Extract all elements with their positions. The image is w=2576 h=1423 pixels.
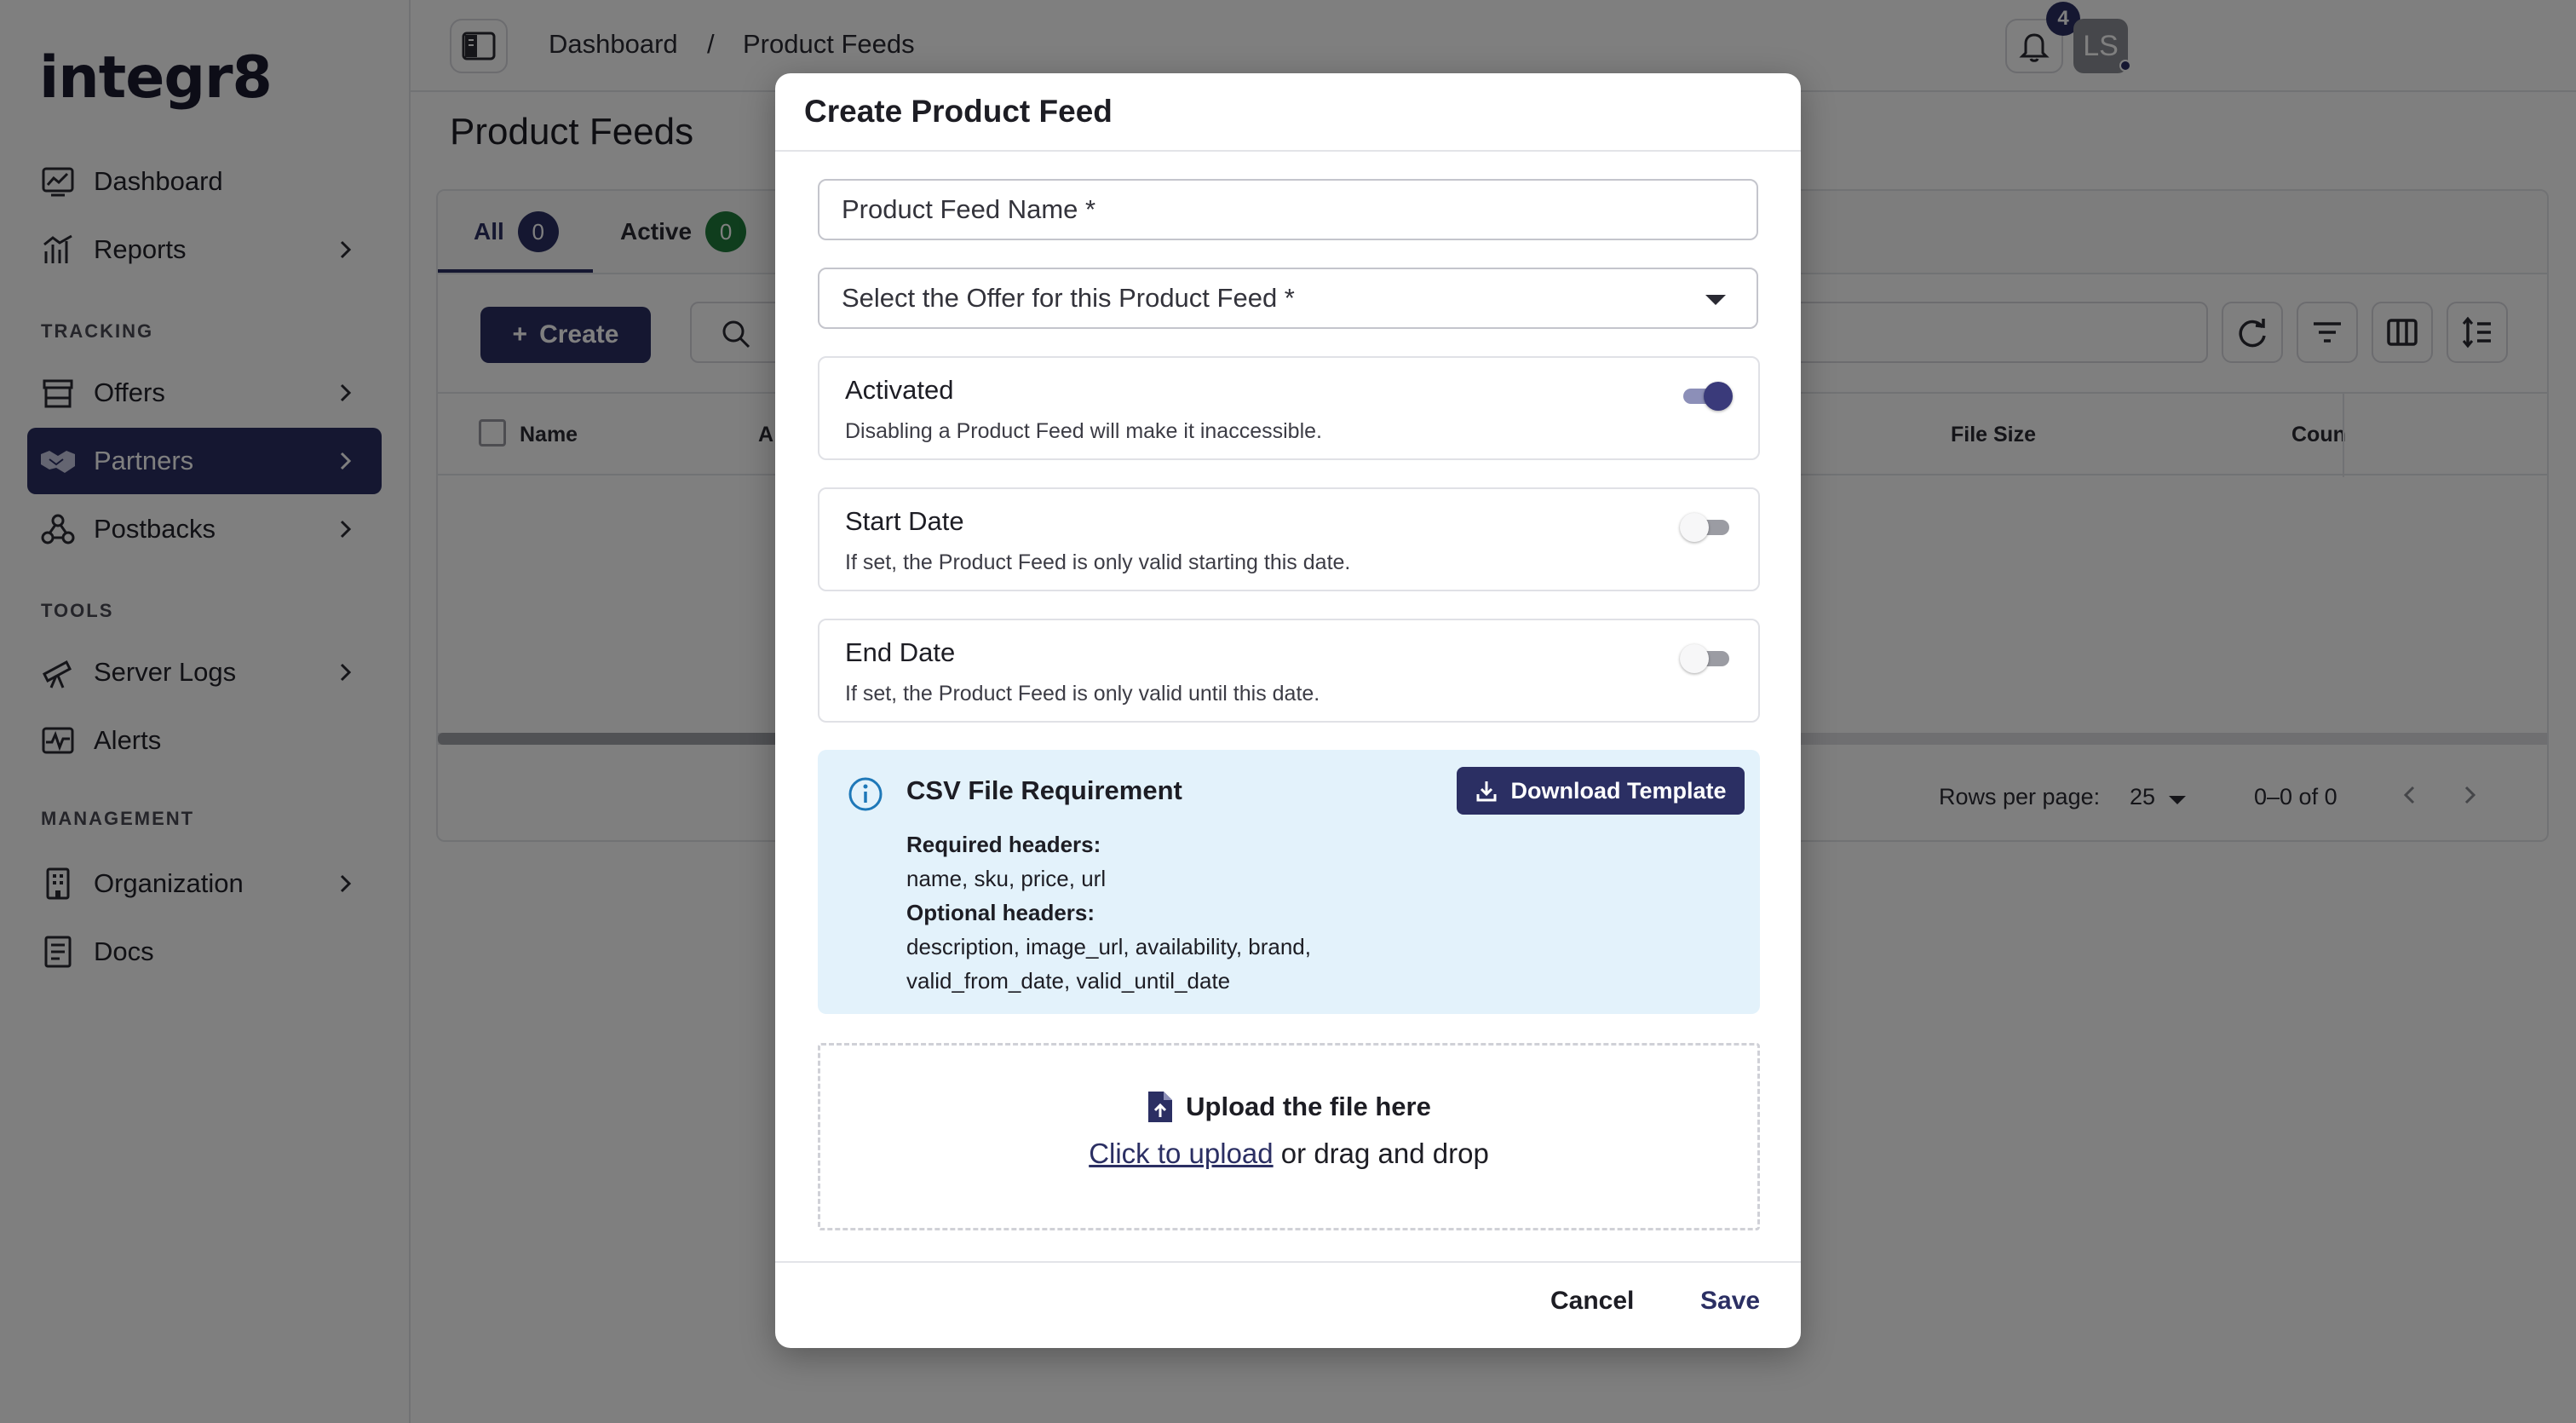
end-date-option: End Date If set, the Product Feed is onl…	[818, 619, 1760, 723]
product-feed-name-field[interactable]: Product Feed Name *	[818, 179, 1758, 240]
option-title: End Date	[845, 637, 956, 667]
option-description: If set, the Product Feed is only valid s…	[845, 550, 1351, 574]
csv-requirement-info: CSV File Requirement Download Template R…	[818, 750, 1760, 1014]
activated-option: Activated Disabling a Product Feed will …	[818, 356, 1760, 460]
select-placeholder: Select the Offer for this Product Feed *	[842, 283, 1295, 313]
offer-select[interactable]: Select the Offer for this Product Feed *	[818, 268, 1758, 329]
option-description: If set, the Product Feed is only valid u…	[845, 682, 1320, 706]
upload-heading: Upload the file here	[820, 1090, 1757, 1124]
start-date-toggle[interactable]	[1680, 510, 1733, 544]
dropdown-arrow-icon	[1705, 295, 1726, 305]
download-label: Download Template	[1510, 777, 1727, 804]
download-template-button[interactable]: Download Template	[1457, 767, 1745, 815]
dialog-title: Create Product Feed	[804, 94, 1113, 129]
start-date-option: Start Date If set, the Product Feed is o…	[818, 487, 1760, 591]
optional-headers-value: description, image_url, availability, br…	[906, 934, 1311, 959]
activated-toggle[interactable]	[1680, 378, 1733, 412]
option-title: Start Date	[845, 506, 964, 536]
info-title: CSV File Requirement	[906, 775, 1182, 805]
cancel-button[interactable]: Cancel	[1550, 1287, 1634, 1316]
file-upload-icon	[1148, 1092, 1173, 1122]
upload-title-text: Upload the file here	[1186, 1092, 1431, 1121]
field-placeholder: Product Feed Name *	[842, 194, 1096, 224]
option-title: Activated	[845, 375, 954, 405]
required-headers-value: name, sku, price, url	[906, 866, 1107, 891]
drag-drop-text: or drag and drop	[1273, 1138, 1489, 1169]
option-description: Disabling a Product Feed will make it in…	[845, 419, 1322, 443]
save-button[interactable]: Save	[1700, 1287, 1760, 1316]
divider	[775, 1261, 1801, 1263]
end-date-toggle[interactable]	[1680, 641, 1733, 675]
divider	[775, 150, 1801, 152]
file-drop-zone[interactable]: Upload the file here Click to upload or …	[818, 1043, 1760, 1230]
required-headers-label: Required headers:	[906, 832, 1101, 857]
optional-headers-value-continued: valid_from_date, valid_until_date	[906, 968, 1231, 994]
click-to-upload-link[interactable]: Click to upload	[1089, 1138, 1273, 1169]
info-icon	[848, 777, 883, 811]
download-icon	[1476, 781, 1497, 802]
upload-instructions: Click to upload or drag and drop	[820, 1138, 1757, 1170]
optional-headers-label: Optional headers:	[906, 900, 1095, 925]
create-product-feed-dialog: Create Product Feed Product Feed Name * …	[775, 73, 1801, 1348]
